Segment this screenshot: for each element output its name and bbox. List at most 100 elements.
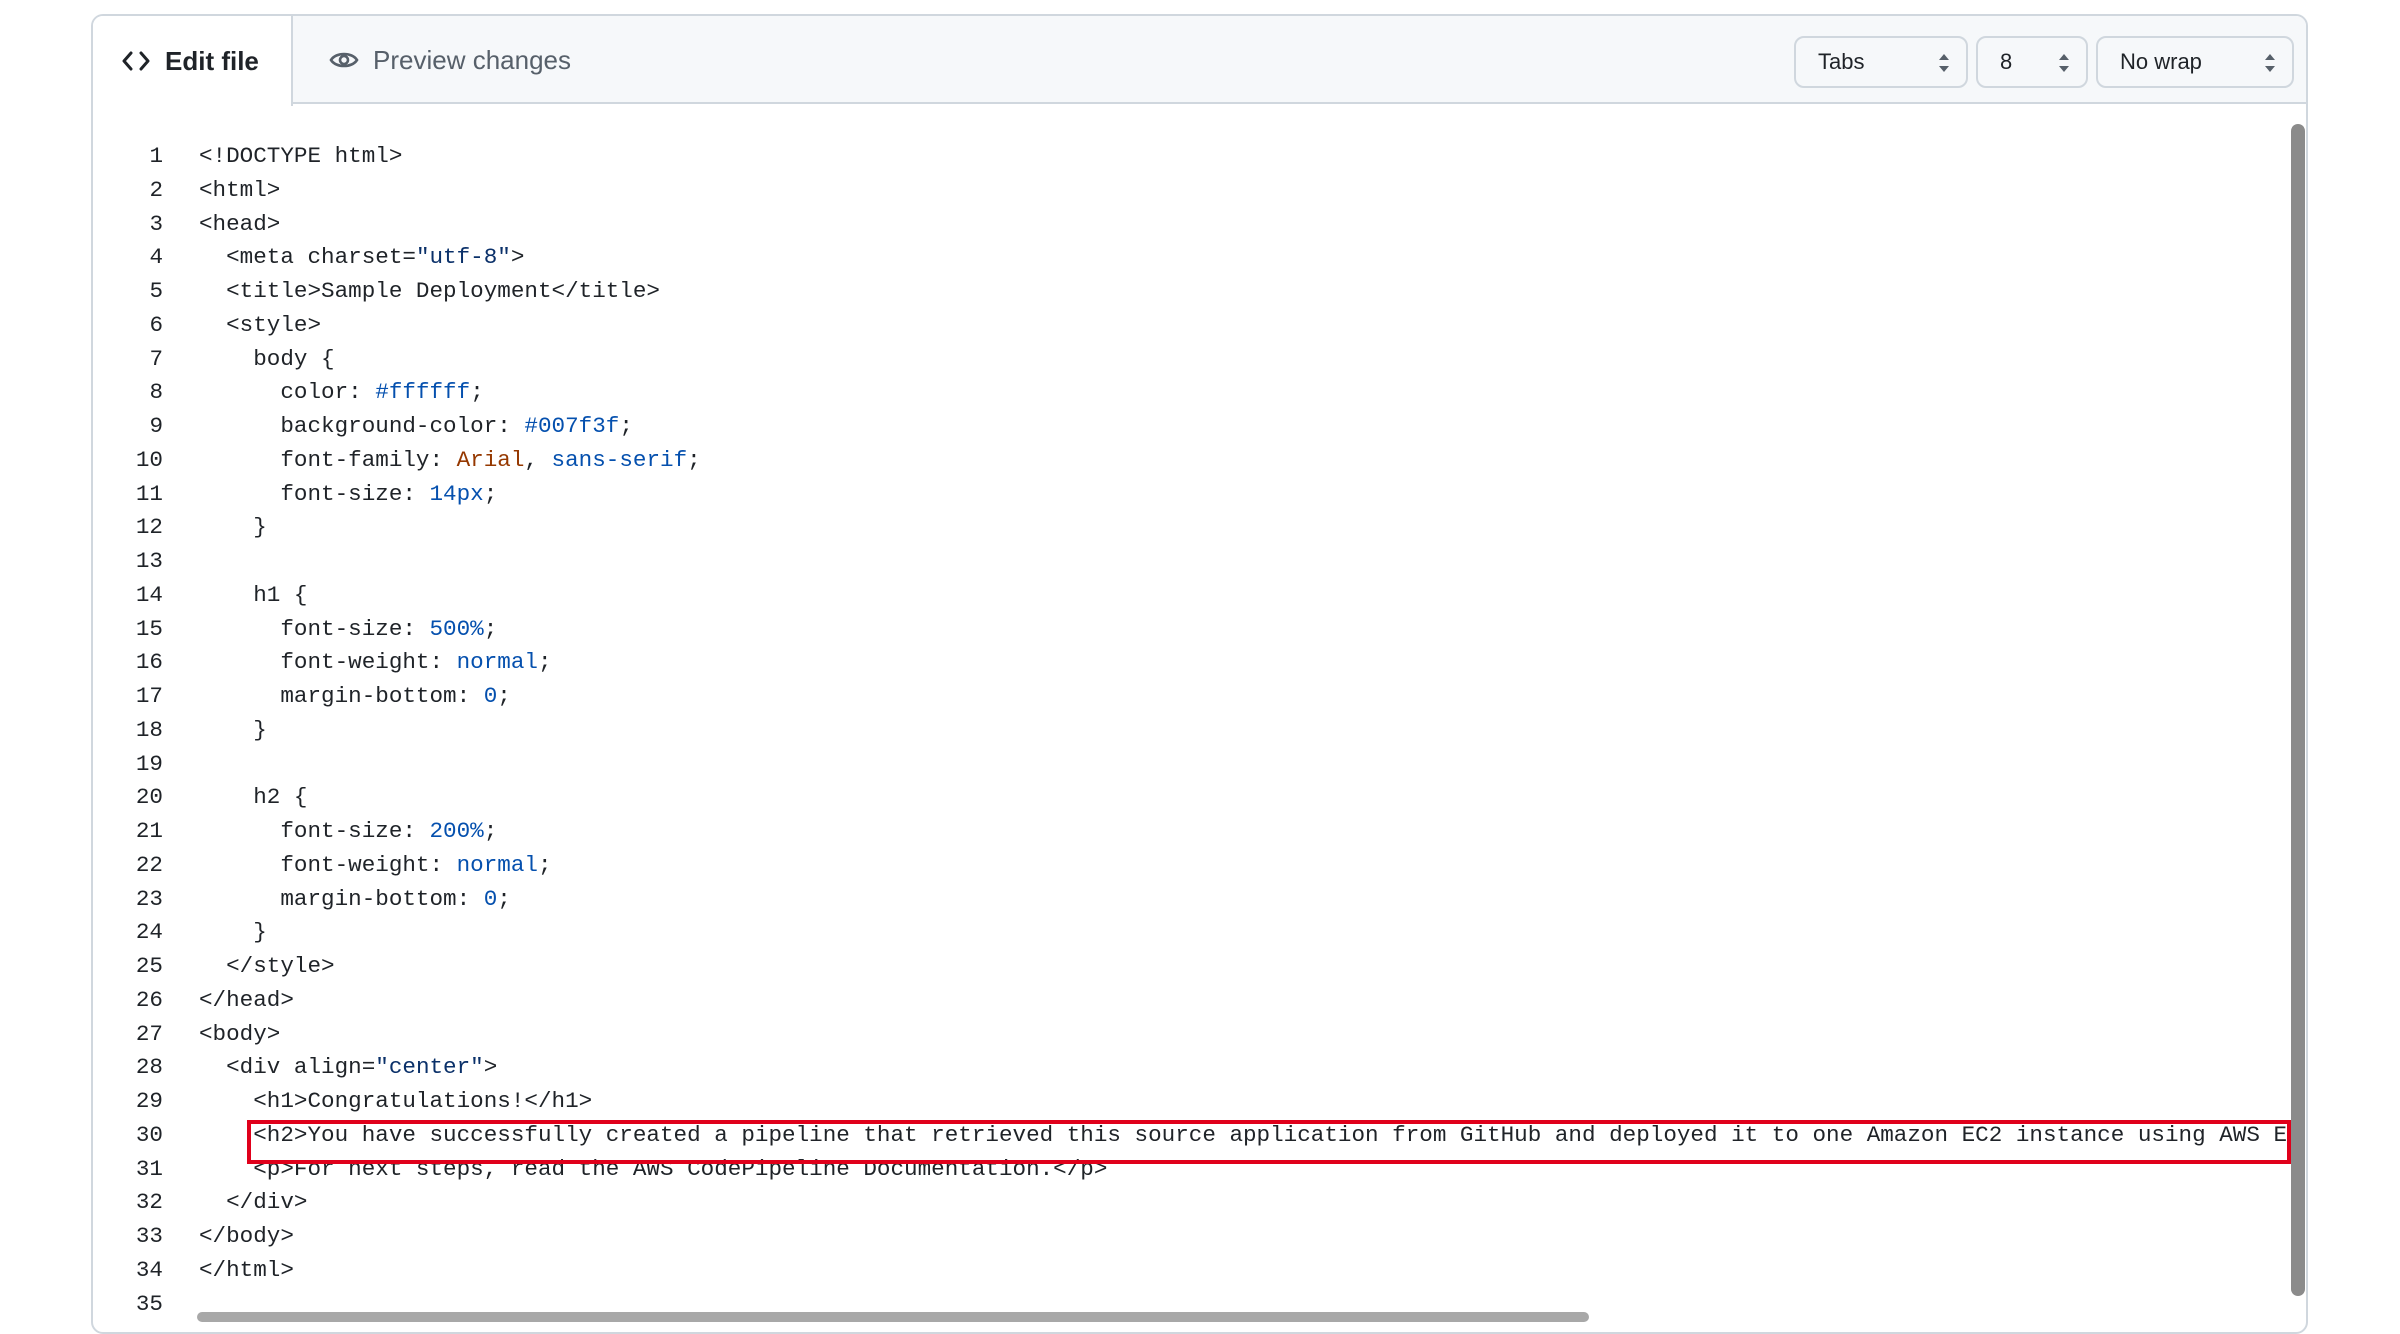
code-line[interactable]: 34 </html> <box>93 1254 2306 1288</box>
line-number: 7 <box>149 345 163 372</box>
line-code: font-family: Arial, sans-serif; <box>199 444 700 478</box>
code-token: <head> <box>199 210 281 237</box>
line-code: font-weight: normal; <box>199 646 551 680</box>
code-line[interactable]: 4 <meta charset="utf-8"> <box>93 241 2306 275</box>
line-code: </body> <box>199 1220 294 1254</box>
code-line[interactable]: 1 <!DOCTYPE html> <box>93 140 2306 174</box>
code-line[interactable]: 13 <box>93 545 2306 579</box>
line-code: } <box>199 916 267 950</box>
code-token: "utf-8" <box>415 244 511 271</box>
code-line[interactable]: 15 font-size: 500%; <box>93 613 2306 647</box>
code-token: #ffffff <box>375 379 471 406</box>
line-number: 31 <box>135 1155 163 1182</box>
code-token: normal <box>456 851 538 878</box>
line-number: 35 <box>135 1290 163 1317</box>
line-code: h2 { <box>199 781 307 815</box>
tab-edit-file[interactable]: Edit file <box>93 16 293 106</box>
code-line[interactable]: 20 h2 { <box>93 781 2306 815</box>
code-line[interactable]: 18 } <box>93 714 2306 748</box>
code-token: margin-bottom: <box>199 885 484 912</box>
code-token: normal <box>456 649 538 676</box>
line-code: <meta charset="utf-8"> <box>199 241 524 275</box>
line-code: h1 { <box>199 579 307 613</box>
line-code: } <box>199 511 267 545</box>
code-line[interactable]: 12 } <box>93 511 2306 545</box>
code-token: font-size: <box>199 480 430 507</box>
line-number: 5 <box>149 278 163 304</box>
line-number: 24 <box>135 919 163 946</box>
code-line[interactable]: 24 } <box>93 916 2306 950</box>
indent-mode-select[interactable]: Tabs <box>1794 36 1968 88</box>
code-line[interactable]: 14 h1 { <box>93 579 2306 613</box>
code-token: , <box>524 446 552 473</box>
code-line[interactable]: 21 font-size: 200%; <box>93 815 2306 849</box>
code-token: </head> <box>199 986 294 1013</box>
code-token: margin-bottom: <box>199 683 484 709</box>
code-line[interactable]: 5 <title>Sample Deployment</title> <box>93 275 2306 309</box>
horizontal-scrollbar[interactable] <box>197 1312 1589 1322</box>
vertical-scrollbar[interactable] <box>2291 124 2305 1296</box>
code-token: "center" <box>375 1054 484 1081</box>
code-line[interactable]: 26 </head> <box>93 984 2306 1018</box>
code-token: ; <box>483 615 498 642</box>
line-number: 34 <box>135 1256 163 1283</box>
tab-edit-label: Edit file <box>165 45 259 76</box>
code-line[interactable]: 3 <head> <box>93 208 2306 242</box>
code-line[interactable]: 19 <box>93 748 2306 782</box>
line-number: 1 <box>149 143 163 169</box>
code-token: font-size: <box>199 615 430 642</box>
code-line[interactable]: 9 background-color: #007f3f; <box>93 410 2306 444</box>
line-code: margin-bottom: 0; <box>199 680 511 714</box>
code-line[interactable]: 6 <style> <box>93 309 2306 343</box>
code-token: } <box>199 919 267 946</box>
code-line[interactable]: 17 margin-bottom: 0; <box>93 680 2306 714</box>
code-line[interactable]: 27 <body> <box>93 1018 2306 1052</box>
code-line[interactable]: 29 <h1>Congratulations!</h1> <box>93 1085 2306 1119</box>
code-token: </style> <box>199 953 335 979</box>
line-number: 16 <box>135 649 163 676</box>
code-line[interactable]: 16 font-weight: normal; <box>93 646 2306 680</box>
code-token: <meta charset= <box>199 244 416 271</box>
code-token: <p>For next steps, read the AWS CodePipe… <box>199 1155 1108 1182</box>
editor-toolbar: Edit file Preview changes Tabs 8 No wrap <box>93 16 2306 106</box>
code-line[interactable]: 25 </style> <box>93 950 2306 984</box>
line-code: <html> <box>199 174 280 208</box>
line-code: <!DOCTYPE html> <box>199 140 402 174</box>
code-token: ; <box>619 413 633 439</box>
code-line[interactable]: 33 </body> <box>93 1220 2306 1254</box>
line-code: <title>Sample Deployment</title> <box>199 275 660 309</box>
code-token: 0 <box>483 885 498 912</box>
code-line[interactable]: 7 body { <box>93 343 2306 377</box>
line-code: font-size: 14px; <box>199 478 497 512</box>
code-line[interactable]: 11 font-size: 14px; <box>93 478 2306 512</box>
tab-preview-changes[interactable]: Preview changes <box>329 16 571 104</box>
code-line[interactable]: 31 <p>For next steps, read the AWS CodeP… <box>93 1153 2306 1187</box>
select-caret-icon <box>1936 50 1952 82</box>
line-number: 18 <box>135 716 163 743</box>
code-line[interactable]: 22 font-weight: normal; <box>93 849 2306 883</box>
code-token: <html> <box>199 176 281 203</box>
line-number: 3 <box>149 210 163 237</box>
code-editor[interactable]: 1 <!DOCTYPE html> 2 <html> 3 <head> 4 <meta ch… <box>93 106 2306 1332</box>
select-caret-icon <box>2262 50 2278 82</box>
code-line[interactable]: 23 margin-bottom: 0; <box>93 883 2306 917</box>
code-line[interactable]: 30 <h2>You have successfully created a p… <box>93 1119 2306 1153</box>
indent-size-select[interactable]: 8 <box>1976 36 2088 88</box>
code-token: font-weight: <box>199 851 457 878</box>
tab-preview-label: Preview changes <box>373 44 571 75</box>
line-wrap-select[interactable]: No wrap <box>2096 36 2294 88</box>
code-token: } <box>199 514 267 541</box>
code-line[interactable]: 2 <html> <box>93 174 2306 208</box>
code-line[interactable]: 32 </div> <box>93 1186 2306 1220</box>
line-code: font-weight: normal; <box>199 849 551 883</box>
code-token: > <box>483 1054 498 1081</box>
line-number: 12 <box>135 514 163 541</box>
line-number: 13 <box>135 548 163 574</box>
line-code: </head> <box>199 984 294 1018</box>
code-line[interactable]: 8 color: #ffffff; <box>93 376 2306 410</box>
code-token: 14px <box>429 480 484 507</box>
code-line[interactable]: 10 font-family: Arial, sans-serif; <box>93 444 2306 478</box>
line-number: 14 <box>135 581 163 608</box>
line-number: 26 <box>135 986 163 1013</box>
code-line[interactable]: 28 <div align="center"> <box>93 1051 2306 1085</box>
